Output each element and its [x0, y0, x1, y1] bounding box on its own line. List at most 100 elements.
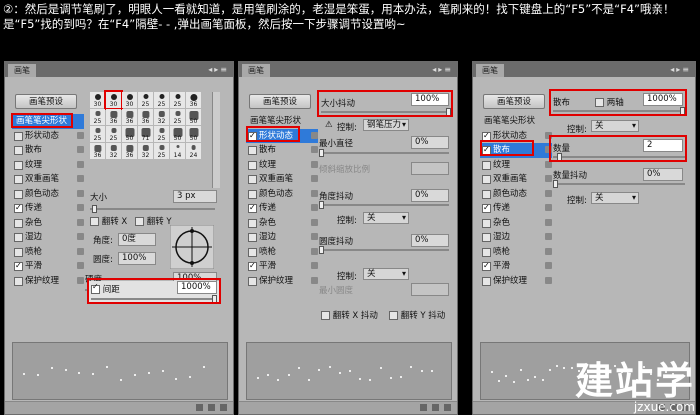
settings-item[interactable]: 纹理: [480, 158, 552, 173]
settings-item[interactable]: 散布: [246, 143, 318, 158]
brush-tip[interactable]: 36: [106, 109, 121, 125]
panel-menu-icon[interactable]: ◂▸≡: [670, 65, 691, 74]
brush-tip[interactable]: 36: [186, 92, 201, 108]
roundness-jitter-slider[interactable]: [319, 246, 449, 254]
lock-icon[interactable]: [311, 131, 318, 139]
settings-item-checkbox[interactable]: [14, 247, 23, 257]
flip-x-checkbox[interactable]: 翻转 X: [90, 215, 127, 227]
settings-item-checkbox[interactable]: [248, 276, 257, 286]
lock-icon[interactable]: [545, 218, 552, 226]
control-dropdown-2[interactable]: 关: [591, 192, 639, 204]
settings-item-checkbox[interactable]: [14, 131, 23, 141]
count-jitter-slider[interactable]: [553, 180, 685, 188]
settings-item-checkbox[interactable]: [482, 201, 491, 216]
settings-item[interactable]: 保护纹理: [12, 274, 84, 289]
lock-icon[interactable]: [311, 233, 318, 240]
settings-item[interactable]: 杂色: [12, 216, 84, 231]
settings-item[interactable]: 杂色: [246, 216, 318, 231]
brush-tip[interactable]: 25: [154, 126, 169, 142]
settings-item[interactable]: 双重画笔: [480, 172, 552, 187]
lock-icon[interactable]: [77, 189, 84, 197]
settings-item-checkbox[interactable]: [14, 276, 23, 286]
brush-tip[interactable]: 50: [170, 126, 185, 142]
lock-icon[interactable]: [77, 233, 84, 240]
settings-item-checkbox[interactable]: [248, 233, 257, 242]
brush-tip[interactable]: 25: [154, 92, 169, 108]
brush-tip[interactable]: 14: [170, 143, 185, 159]
settings-item[interactable]: 平滑: [12, 259, 84, 274]
settings-item[interactable]: 散布: [12, 143, 84, 158]
settings-item[interactable]: 平滑: [480, 259, 552, 274]
flip-y-checkbox[interactable]: 翻转 Y: [135, 215, 172, 227]
min-diameter-slider[interactable]: [319, 149, 449, 157]
lock-icon[interactable]: [545, 262, 552, 269]
lock-icon[interactable]: [77, 175, 84, 182]
brush-tip[interactable]: 25: [90, 126, 105, 142]
control-dropdown[interactable]: 钢笔压力: [363, 119, 409, 131]
lock-icon[interactable]: [311, 276, 318, 284]
brush-tip[interactable]: 36: [122, 109, 137, 125]
lock-icon[interactable]: [77, 276, 84, 284]
settings-item-checkbox[interactable]: [14, 189, 23, 199]
lock-icon[interactable]: [311, 247, 318, 255]
lock-icon[interactable]: [545, 247, 552, 255]
settings-item-checkbox[interactable]: [482, 160, 491, 170]
lock-icon[interactable]: [311, 160, 318, 168]
brush-tip[interactable]: 50: [186, 109, 201, 125]
settings-item-checkbox[interactable]: [482, 276, 491, 286]
settings-item-checkbox[interactable]: [482, 189, 491, 199]
lock-icon[interactable]: [77, 204, 84, 211]
brush-tip[interactable]: 30: [90, 92, 105, 108]
settings-item[interactable]: 双重画笔: [246, 172, 318, 187]
brush-tip[interactable]: 25: [106, 126, 121, 142]
lock-icon[interactable]: [545, 233, 552, 240]
lock-icon[interactable]: [545, 276, 552, 284]
brush-tip[interactable]: 24: [186, 143, 201, 159]
angle-field[interactable]: 0度: [118, 233, 156, 246]
flip-x-jitter-checkbox[interactable]: 翻转 X 抖动: [321, 309, 378, 321]
brush-tip[interactable]: 36: [122, 143, 137, 159]
settings-item-checkbox[interactable]: [482, 218, 491, 228]
size-slider[interactable]: [90, 205, 215, 213]
brush-presets-button[interactable]: 画笔预设: [249, 94, 311, 109]
roundness-field[interactable]: 100%: [118, 252, 156, 265]
settings-item[interactable]: 喷枪: [480, 245, 552, 260]
settings-item[interactable]: 平滑: [246, 259, 318, 274]
brush-presets-button[interactable]: 画笔预设: [15, 94, 77, 109]
settings-item[interactable]: 湿边: [246, 230, 318, 245]
settings-item-checkbox[interactable]: [248, 189, 257, 199]
lock-icon[interactable]: [311, 218, 318, 226]
lock-icon[interactable]: [77, 247, 84, 255]
settings-item[interactable]: 传递: [12, 201, 84, 216]
settings-item-checkbox[interactable]: [248, 160, 257, 170]
lock-icon[interactable]: [77, 146, 84, 153]
control-dropdown-2[interactable]: 关: [363, 212, 409, 224]
settings-item[interactable]: 传递: [246, 201, 318, 216]
control-dropdown[interactable]: 关: [591, 120, 639, 132]
lock-icon[interactable]: [545, 204, 552, 211]
lock-icon[interactable]: [311, 175, 318, 182]
settings-item[interactable]: 颜色动态: [480, 187, 552, 202]
settings-item[interactable]: 湿边: [12, 230, 84, 245]
settings-item[interactable]: 双重画笔: [12, 172, 84, 187]
settings-item[interactable]: 颜色动态: [246, 187, 318, 202]
settings-item-checkbox[interactable]: [482, 233, 491, 242]
settings-item-checkbox[interactable]: [248, 218, 257, 228]
settings-item-checkbox[interactable]: [482, 175, 491, 184]
size-field[interactable]: 3 px: [173, 190, 217, 203]
brush-tip[interactable]: 71: [138, 126, 153, 142]
lock-icon[interactable]: [311, 189, 318, 197]
lock-icon[interactable]: [77, 262, 84, 269]
settings-item-checkbox[interactable]: [248, 247, 257, 257]
settings-item[interactable]: 保护纹理: [480, 274, 552, 289]
min-diameter-field[interactable]: 0%: [411, 136, 449, 149]
settings-item[interactable]: 纹理: [246, 158, 318, 173]
brush-tip[interactable]: 30: [104, 90, 123, 110]
lock-icon[interactable]: [311, 204, 318, 211]
settings-item-checkbox[interactable]: [14, 233, 23, 242]
brush-tip[interactable]: 50: [122, 126, 137, 142]
settings-item-checkbox[interactable]: [482, 259, 491, 274]
tab-brush[interactable]: 画笔: [476, 64, 504, 77]
brush-tip-grid[interactable]: 30 30 30 25 25 25 36 25 36 36 36 32 25 50 25 25 50 71 25 50…: [90, 90, 201, 159]
settings-item-checkbox[interactable]: [14, 160, 23, 170]
